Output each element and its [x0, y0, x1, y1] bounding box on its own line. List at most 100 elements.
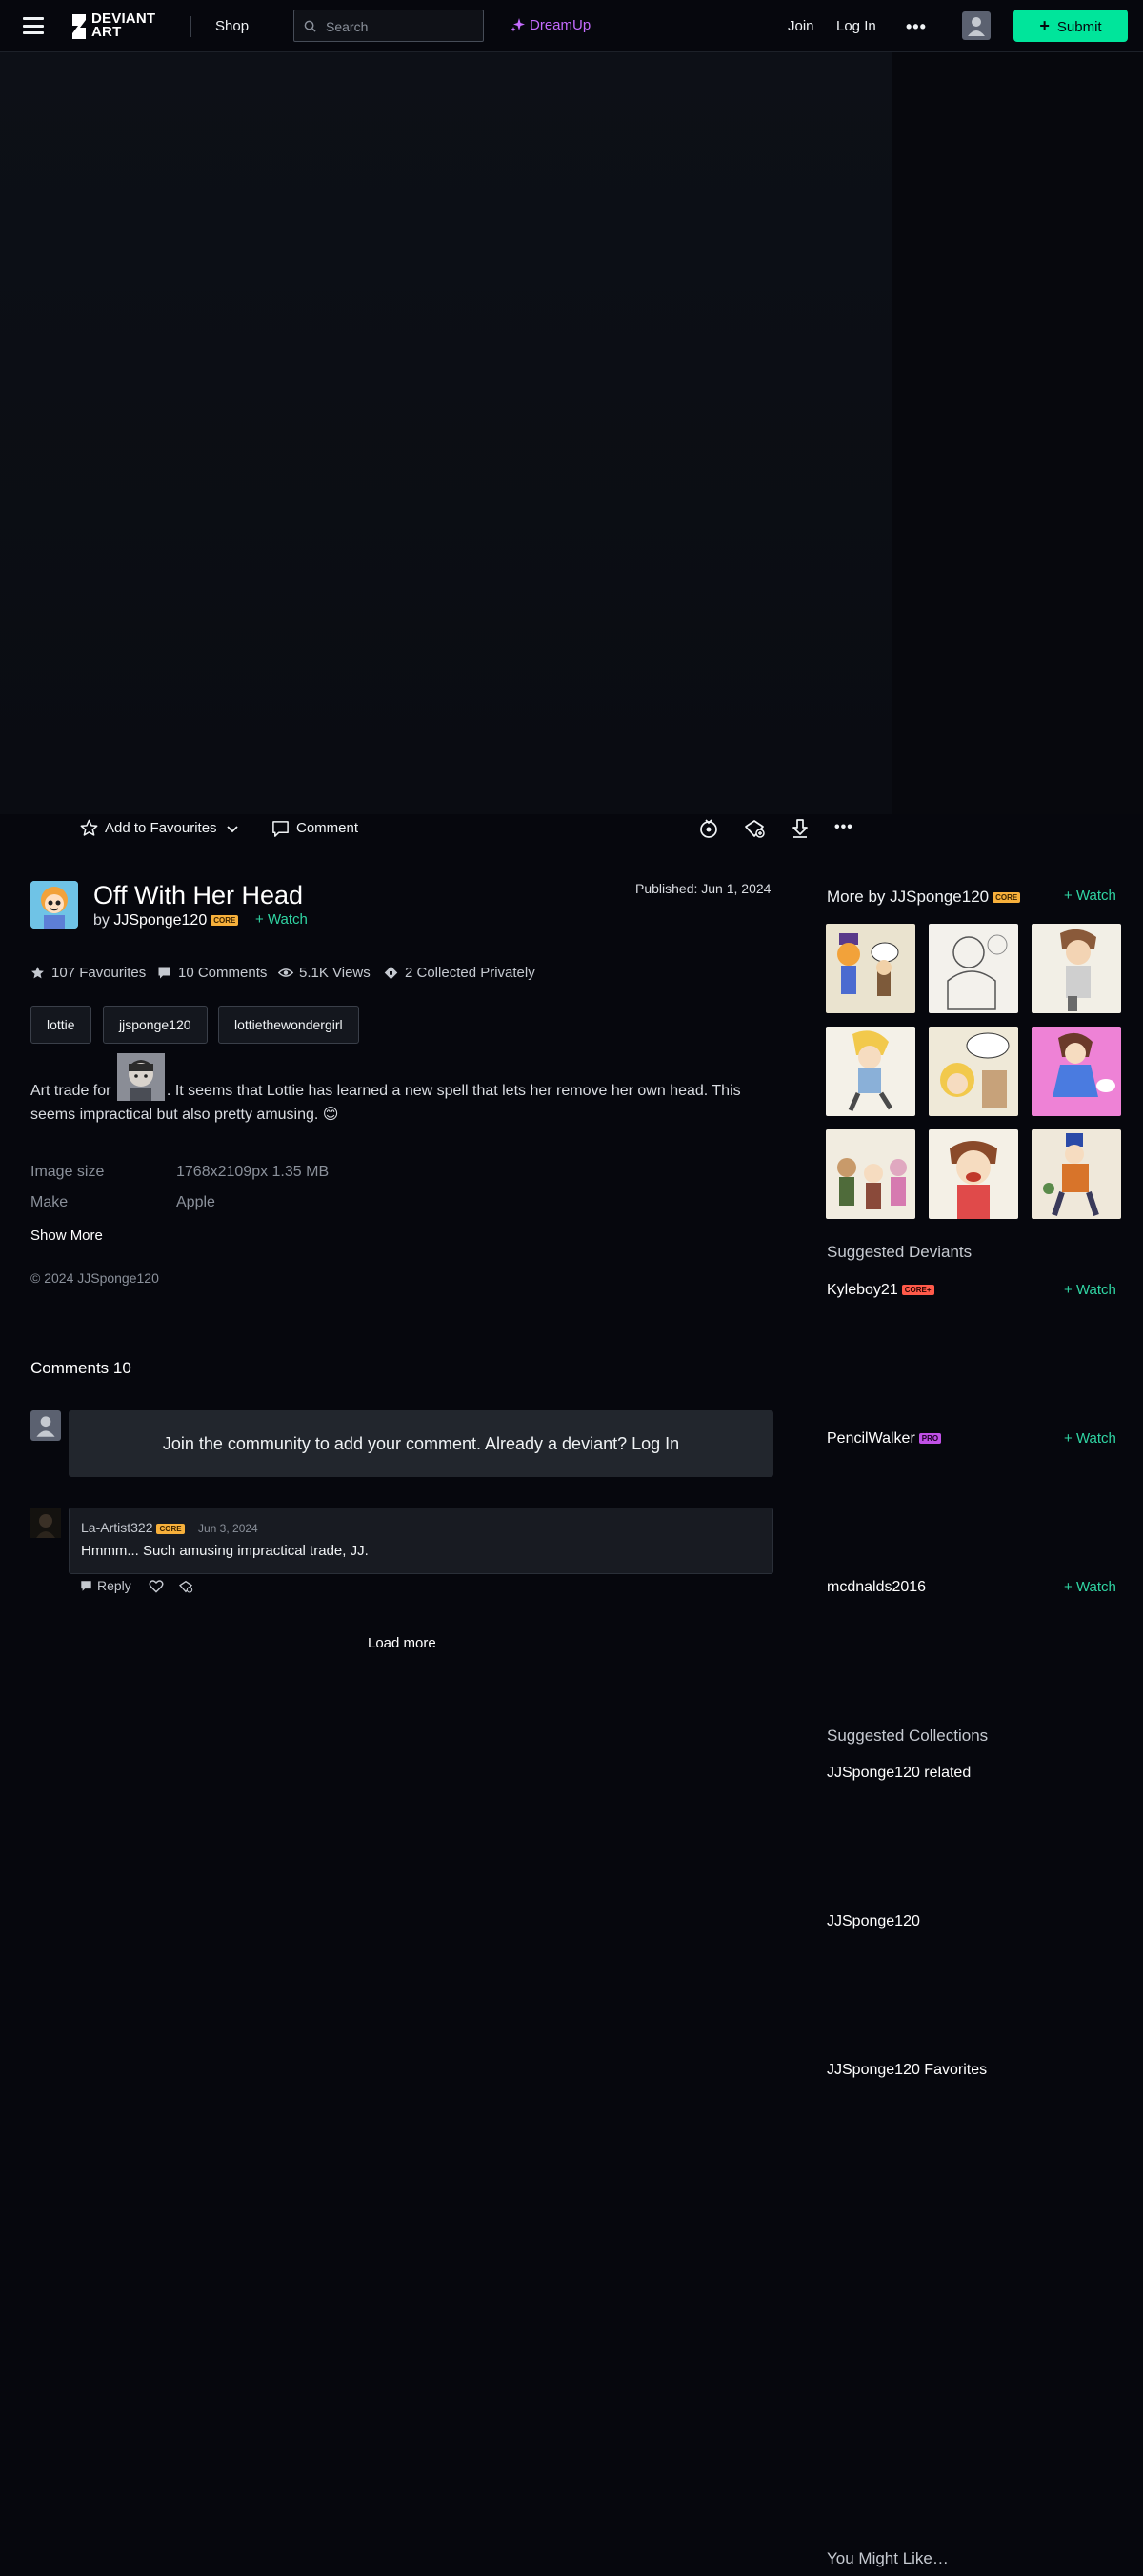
more-by-thumbnail[interactable]: [826, 1129, 915, 1219]
suggested-deviants-heading: Suggested Deviants: [827, 1243, 973, 1261]
more-by-thumbnail[interactable]: [826, 924, 915, 1013]
you-might-like-heading: You Might Like…: [827, 2549, 949, 2567]
dreamup-link[interactable]: DreamUp: [511, 17, 596, 34]
plus-icon: +: [1039, 16, 1050, 35]
mentioned-user-avatar[interactable]: [116, 1053, 165, 1101]
guest-avatar-icon: [30, 1410, 61, 1441]
by-label: by: [93, 912, 110, 929]
submit-button[interactable]: + Submit: [1013, 10, 1128, 42]
more-by-thumbnail[interactable]: [826, 1027, 915, 1116]
join-community-prompt[interactable]: Join the community to add your comment. …: [69, 1410, 773, 1477]
suggested-deviant[interactable]: mcdnalds2016: [827, 1579, 926, 1596]
deviantart-logo[interactable]: DEVIANT ART: [70, 11, 170, 41]
nav-shop-link[interactable]: Shop: [215, 18, 249, 34]
user-avatar-icon[interactable]: [962, 11, 991, 40]
watch-button[interactable]: + Watch: [1064, 888, 1116, 904]
plus-icon: +: [1064, 1430, 1076, 1447]
divider: [190, 16, 191, 37]
deviantart-logo-icon: [72, 14, 86, 39]
meta-value-image-size: 1768x2109px 1.35 MB: [176, 1164, 330, 1180]
author-link[interactable]: JJSponge120: [113, 912, 207, 929]
sparkle-icon: [511, 18, 525, 32]
comment-label: Comment: [296, 820, 359, 836]
award-icon[interactable]: [697, 817, 720, 840]
submit-label: Submit: [1056, 19, 1102, 35]
more-menu-icon[interactable]: •••: [906, 17, 927, 37]
comment-button[interactable]: Comment: [271, 819, 367, 838]
more-by-thumbnail[interactable]: [929, 924, 1018, 1013]
comment-card: La-Artist322 CORE Jun 3, 2024 Hmmm... Suc…: [69, 1508, 773, 1574]
watch-label: Watch: [267, 911, 308, 928]
core-badge: CORE: [211, 915, 239, 927]
gift-icon[interactable]: [743, 817, 766, 840]
search-icon: [304, 20, 316, 32]
reply-icon: [81, 1581, 91, 1591]
suggested-deviant[interactable]: PencilWalker PRO: [827, 1430, 942, 1448]
download-icon[interactable]: [789, 817, 812, 840]
suggested-collections-heading: Suggested Collections: [827, 1727, 989, 1745]
watch-author-button[interactable]: + Watch: [255, 911, 308, 928]
plus-icon: +: [1064, 1579, 1076, 1595]
heart-icon[interactable]: [149, 1579, 164, 1594]
star-icon: [31, 967, 44, 979]
comment-author[interactable]: La-Artist322 CORE: [81, 1520, 185, 1535]
more-by-thumbnail[interactable]: [1032, 1027, 1121, 1116]
core-badge: CORE: [993, 892, 1021, 904]
artwork-viewer-side: [892, 52, 1143, 814]
tag-chip[interactable]: lottie: [30, 1006, 91, 1044]
give-badge-icon[interactable]: [178, 1579, 193, 1594]
plus-icon: +: [1064, 1282, 1076, 1298]
search-input[interactable]: Search: [293, 10, 484, 42]
deviation-description: Art trade for . It seems that Lottie has…: [30, 1053, 773, 1127]
comment-text: Hmmm... Such amusing impractical trade, …: [81, 1543, 369, 1559]
meta-key-make: Make: [30, 1194, 69, 1210]
byline: by JJSponge120 CORE: [93, 912, 239, 929]
comments-heading: Comments 10: [30, 1359, 131, 1377]
suggested-collection[interactable]: JJSponge120 Favorites: [827, 2062, 987, 2079]
author-avatar[interactable]: [30, 881, 78, 929]
top-navigation-bar: DEVIANT ART Shop Search DreamUp Join Log…: [0, 0, 1143, 52]
commenter-avatar[interactable]: [30, 1508, 61, 1538]
core-plus-badge: CORE+: [901, 1285, 934, 1296]
tag-chip[interactable]: lottiethewondergirl: [218, 1006, 359, 1044]
meta-value-make: Apple: [176, 1194, 215, 1210]
artwork-viewer[interactable]: [0, 52, 892, 814]
comment-date: Jun 3, 2024: [198, 1522, 258, 1535]
suggested-collection[interactable]: JJSponge120 related: [827, 1765, 971, 1782]
pro-badge: PRO: [918, 1433, 942, 1445]
suggested-collection[interactable]: JJSponge120: [827, 1913, 920, 1930]
star-icon: [80, 819, 98, 836]
add-to-favourites-label: Add to Favourites: [105, 820, 217, 836]
suggested-deviant[interactable]: Kyleboy21 CORE+: [827, 1282, 934, 1299]
core-badge: CORE: [156, 1523, 185, 1534]
copyright-notice: © 2024 JJSponge120: [30, 1270, 159, 1286]
plus-icon: +: [1064, 888, 1076, 904]
watch-button[interactable]: + Watch: [1064, 1282, 1116, 1298]
collection-lock-icon: [384, 966, 398, 980]
more-options-icon[interactable]: •••: [834, 819, 853, 836]
comment-icon: [158, 967, 170, 979]
favourites-dropdown-chevron-icon[interactable]: [225, 821, 240, 836]
logo-text: DEVIANT ART: [91, 10, 156, 40]
more-by-heading[interactable]: More by JJSponge120 CORE: [827, 888, 1021, 907]
add-to-favourites-button[interactable]: Add to Favourites: [80, 819, 232, 838]
more-by-thumbnail[interactable]: [929, 1129, 1018, 1219]
show-more-link[interactable]: Show More: [30, 1228, 103, 1244]
more-by-thumbnail[interactable]: [1032, 924, 1121, 1013]
comment-icon: [272, 821, 289, 837]
load-more-button[interactable]: Load more: [368, 1635, 436, 1651]
tag-chip[interactable]: jjsponge120: [103, 1006, 208, 1044]
published-date: Published: Jun 1, 2024: [635, 881, 772, 896]
dreamup-label: DreamUp: [530, 17, 592, 33]
menu-icon[interactable]: [23, 17, 44, 34]
plus-icon: +: [255, 911, 268, 928]
watch-button[interactable]: + Watch: [1064, 1430, 1116, 1447]
more-by-thumbnail[interactable]: [929, 1027, 1018, 1116]
more-by-thumbnail[interactable]: [1032, 1129, 1121, 1219]
meta-key-image-size: Image size: [30, 1164, 105, 1180]
deviation-title: Off With Her Head: [93, 881, 304, 909]
watch-button[interactable]: + Watch: [1064, 1579, 1116, 1595]
login-link[interactable]: Log In: [836, 18, 876, 34]
eye-icon: [278, 968, 293, 977]
join-link[interactable]: Join: [788, 18, 814, 34]
